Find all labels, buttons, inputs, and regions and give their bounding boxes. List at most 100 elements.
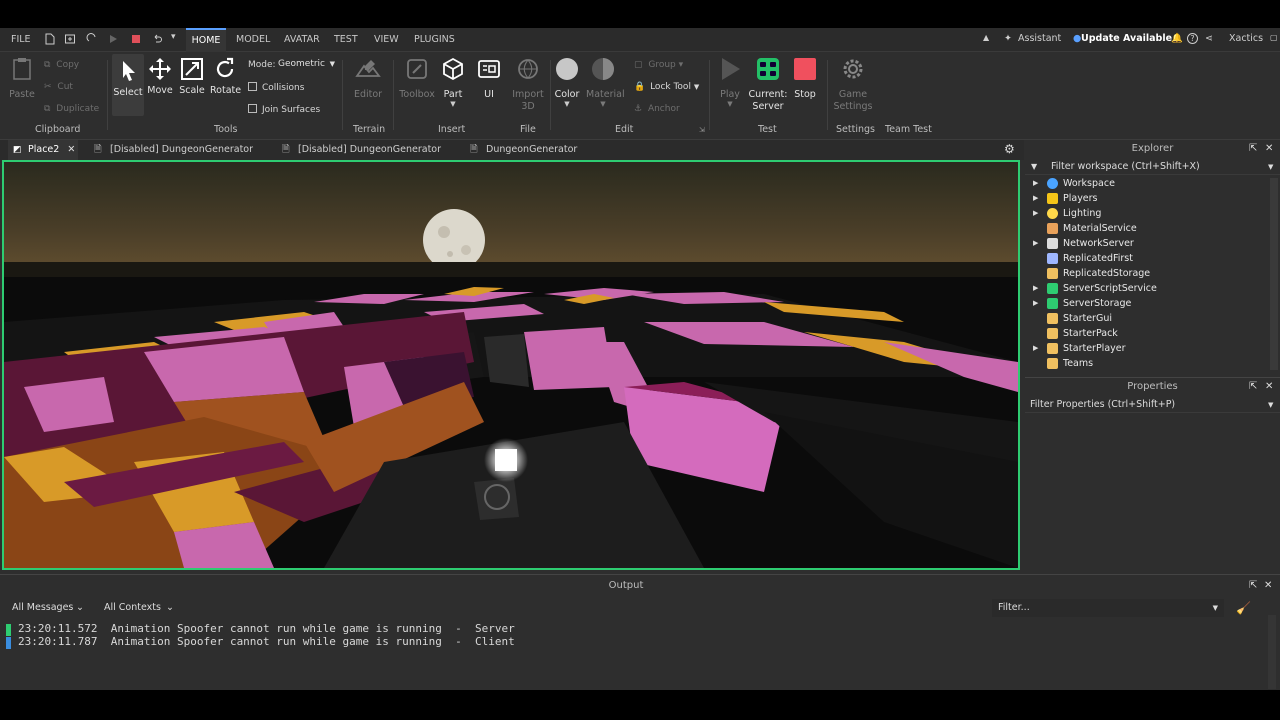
- color-button[interactable]: Color ▼: [554, 56, 580, 108]
- explorer-item-teams[interactable]: Teams: [1025, 356, 1270, 371]
- share-icon[interactable]: ⋖: [1205, 33, 1213, 44]
- duplicate-button[interactable]: ⧉ Duplicate: [44, 104, 99, 114]
- explorer-item-replicatedstorage[interactable]: ReplicatedStorage: [1025, 266, 1270, 281]
- expand-arrow-icon[interactable]: ▶: [1033, 236, 1038, 251]
- undo-icon[interactable]: [151, 33, 163, 45]
- close-icon[interactable]: ✕: [1264, 580, 1272, 591]
- play-button[interactable]: Play ▼: [716, 56, 744, 108]
- close-icon[interactable]: ✕: [67, 144, 75, 155]
- expand-arrow-icon[interactable]: ▶: [1033, 176, 1038, 191]
- notifications-icon[interactable]: 🔔: [1171, 33, 1183, 44]
- explorer-item-materialservice[interactable]: MaterialService: [1025, 221, 1270, 236]
- explorer-item-players[interactable]: ▶ Players: [1025, 191, 1270, 206]
- expand-arrow-icon[interactable]: ▶: [1033, 341, 1038, 356]
- scale-button[interactable]: Scale: [178, 56, 206, 96]
- tab-place2[interactable]: ◩ Place2 ✕: [8, 140, 78, 160]
- output-filter-input[interactable]: Filter... ▼: [992, 599, 1224, 617]
- part-dropdown-icon[interactable]: ▼: [440, 100, 466, 108]
- cut-button[interactable]: ✂ Cut: [44, 82, 73, 92]
- update-available-button[interactable]: Update Available: [1081, 33, 1172, 44]
- move-button[interactable]: Move: [146, 56, 174, 96]
- properties-filter[interactable]: Filter Properties (Ctrl+Shift+P) ▼: [1025, 397, 1280, 413]
- explorer-item-networkserver[interactable]: ▶ NetworkServer: [1025, 236, 1270, 251]
- viewport-settings-gear-icon[interactable]: ⚙: [1004, 142, 1015, 156]
- join-surfaces-checkbox[interactable]: Join Surfaces: [248, 104, 320, 115]
- play-quick-icon[interactable]: [107, 33, 119, 45]
- stop-button[interactable]: Stop: [792, 56, 818, 100]
- tab-dungeon-generator-v3[interactable]: 🗎DungeonGenerator v3✕: [466, 140, 596, 175]
- expand-arrow-icon[interactable]: ▶: [1033, 206, 1038, 221]
- explorer-item-serverstorage[interactable]: ▶ ServerStorage: [1025, 296, 1270, 311]
- expand-arrow-icon[interactable]: ▶: [1033, 296, 1038, 311]
- game-viewport[interactable]: [2, 160, 1020, 570]
- output-scrollbar[interactable]: [1268, 615, 1276, 689]
- part-button[interactable]: Part ▼: [440, 56, 466, 108]
- ui-button[interactable]: UI: [476, 56, 502, 100]
- game-settings-button[interactable]: Game Settings: [833, 56, 873, 113]
- tab-plugins[interactable]: PLUGINS: [410, 28, 459, 52]
- rotate-button[interactable]: Rotate: [210, 56, 241, 96]
- explorer-item-starterpack[interactable]: StarterPack: [1025, 326, 1270, 341]
- undock-icon[interactable]: ⇱: [1249, 381, 1257, 392]
- explorer-scrollbar[interactable]: [1270, 178, 1278, 370]
- select-button[interactable]: Select: [112, 54, 144, 116]
- explorer-filter[interactable]: ▼ Filter workspace (Ctrl+Shift+X) ▼: [1025, 159, 1280, 175]
- assistant-button[interactable]: Assistant: [1018, 33, 1061, 44]
- stop-quick-icon[interactable]: [130, 33, 142, 45]
- mode-select[interactable]: Geometric ▼: [275, 57, 339, 72]
- chevron-down-icon[interactable]: ▼: [1268, 159, 1273, 175]
- anchor-button[interactable]: ⚓ Anchor: [634, 104, 680, 114]
- tab-dungeon-generator-v2[interactable]: 🗎[Disabled] DungeonGenerator v2✕: [90, 140, 265, 175]
- redo-icon[interactable]: [86, 33, 98, 45]
- paste-button[interactable]: Paste: [8, 56, 36, 100]
- expand-arrow-icon[interactable]: ▶: [1033, 281, 1038, 296]
- terrain-editor-button[interactable]: Editor: [352, 56, 384, 100]
- assistant-icon[interactable]: ✦: [1004, 33, 1012, 44]
- explorer-item-serverscriptservice[interactable]: ▶ ServerScriptService: [1025, 281, 1270, 296]
- tab-view[interactable]: VIEW: [370, 28, 403, 52]
- import-3d-button[interactable]: Import 3D: [512, 56, 544, 113]
- tab-home[interactable]: HOME: [186, 28, 226, 52]
- user-name[interactable]: Xactics: [1229, 33, 1263, 44]
- expand-edit-icon[interactable]: ⇲: [699, 126, 705, 134]
- expand-arrow-icon[interactable]: ▶: [1033, 191, 1038, 206]
- tab-dungeon-generator-v1[interactable]: 🗎[Disabled] DungeonGenerator v1✕: [278, 140, 456, 175]
- material-dropdown-icon[interactable]: ▼: [586, 100, 620, 108]
- undock-icon[interactable]: ⇱: [1249, 580, 1257, 591]
- group-button[interactable]: ▢ Group ▾: [634, 60, 683, 70]
- open-file-icon[interactable]: [64, 33, 76, 45]
- all-messages-dropdown[interactable]: All Messages ⌄: [6, 599, 88, 617]
- close-icon[interactable]: ✕: [1265, 143, 1273, 154]
- tab-model[interactable]: MODEL: [232, 28, 274, 52]
- copy-button[interactable]: ⧉ Copy: [44, 60, 79, 70]
- file-menu[interactable]: FILE: [7, 28, 35, 52]
- tab-test[interactable]: TEST: [330, 28, 362, 52]
- explorer-item-startergui[interactable]: StarterGui: [1025, 311, 1270, 326]
- color-dropdown-icon[interactable]: ▼: [554, 100, 580, 108]
- explorer-item-starterplayer[interactable]: ▶ StarterPlayer: [1025, 341, 1270, 356]
- tab-avatar[interactable]: AVATAR: [280, 28, 324, 52]
- explorer-item-replicatedfirst[interactable]: ReplicatedFirst: [1025, 251, 1270, 266]
- help-icon[interactable]: ?: [1187, 33, 1198, 44]
- all-contexts-dropdown[interactable]: All Contexts ⌄: [98, 599, 178, 617]
- dungeon-scene[interactable]: [4, 162, 1018, 568]
- log-line-server[interactable]: 23:20:11.572 Animation Spoofer cannot ru…: [18, 622, 515, 635]
- close-icon[interactable]: ✕: [1265, 381, 1273, 392]
- current-server-button[interactable]: Current: Server: [748, 56, 788, 113]
- toolbox-button[interactable]: Toolbox: [399, 56, 435, 100]
- collisions-checkbox[interactable]: Collisions: [248, 82, 304, 93]
- team-test-group-label[interactable]: Team Test: [885, 124, 932, 135]
- play-dropdown-icon[interactable]: ▼: [716, 100, 744, 108]
- chevron-down-icon[interactable]: ▼: [1268, 397, 1273, 413]
- explorer-item-workspace[interactable]: ▶ Workspace: [1025, 176, 1270, 191]
- quick-access-dropdown-icon[interactable]: ▾: [171, 32, 176, 42]
- clear-output-broom-icon[interactable]: 🧹: [1236, 601, 1251, 615]
- account-dropdown-icon[interactable]: ▢: [1270, 33, 1278, 42]
- explorer-item-lighting[interactable]: ▶ Lighting: [1025, 206, 1270, 221]
- log-line-client[interactable]: 23:20:11.787 Animation Spoofer cannot ru…: [18, 635, 515, 648]
- lock-tool-button[interactable]: 🔒 Lock Tool ▼: [634, 82, 699, 92]
- new-file-icon[interactable]: [44, 33, 56, 45]
- undock-icon[interactable]: ⇱: [1249, 143, 1257, 154]
- collapse-icon[interactable]: ▲: [983, 33, 989, 42]
- material-button[interactable]: Material ▼: [586, 56, 625, 108]
